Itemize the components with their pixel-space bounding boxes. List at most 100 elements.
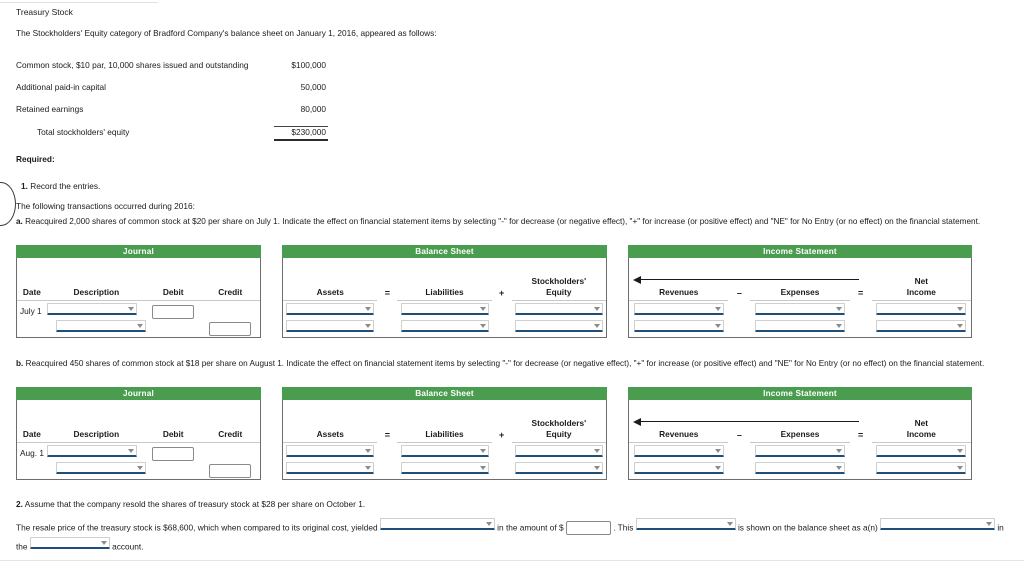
- description-select-grid-b-1[interactable]: [55, 461, 146, 474]
- is-col-header-label: Expenses: [780, 429, 820, 439]
- credit-input-grid-b-1[interactable]: [209, 464, 252, 478]
- revenues-select-grid-b-1[interactable]: [633, 461, 724, 474]
- equity-row: Total stockholders' equity $230,000: [16, 126, 328, 148]
- is-col-header-expenses: Expenses: [750, 287, 850, 301]
- equity-select-grid-a-0-wrapper: [514, 302, 603, 315]
- grid-banner-row: Journal Balance Sheet Income Statement: [16, 245, 986, 258]
- banner-journal: Journal: [16, 245, 261, 258]
- net-income-select-grid-b-0[interactable]: [876, 444, 967, 457]
- equity-row: Common stock, $10 par, 10,000 shares iss…: [16, 60, 328, 82]
- equity-row-amount: $100,000: [291, 60, 326, 70]
- net-income-select-grid-b-1[interactable]: [876, 461, 967, 474]
- liabilities-select-grid-a-0[interactable]: [400, 302, 489, 315]
- liabilities-select-grid-a-1-wrapper: [400, 319, 489, 332]
- income-statement-header-row: Revenues – Expenses = Net Income: [629, 400, 972, 444]
- part2-segment-4: is shown on the balance sheet as a(n): [735, 522, 881, 533]
- equity-select-grid-b-1-wrapper: [514, 461, 603, 474]
- banner-balance-sheet: Balance Sheet: [282, 387, 607, 400]
- bs-col-header-liabilities: Liabilities: [397, 429, 492, 443]
- equity-select-grid-b-1[interactable]: [514, 461, 603, 474]
- classification-select[interactable]: [635, 518, 736, 530]
- bs-liabilities-cell: [397, 319, 491, 337]
- amount-input[interactable]: [565, 520, 611, 535]
- account-select[interactable]: [29, 537, 110, 550]
- panel-gap: [261, 400, 282, 480]
- bs-col-header-equity: Stockholders' Equity: [511, 418, 607, 443]
- required-item-2: 2. Assume that the company resold the sh…: [16, 499, 365, 509]
- is-revenues-cell: [629, 302, 728, 320]
- banner-balance-sheet: Balance Sheet: [282, 245, 607, 258]
- expenses-select-grid-b-0[interactable]: [755, 444, 845, 457]
- is-col-header-label: Revenues: [659, 429, 699, 439]
- description-select-grid-a-1[interactable]: [55, 319, 146, 332]
- debit-input-grid-a-0[interactable]: [152, 305, 195, 319]
- revenues-select-grid-b-0[interactable]: [633, 444, 724, 457]
- equity-row-amount: 80,000: [300, 104, 326, 114]
- equity-select-grid-a-0[interactable]: [514, 302, 603, 315]
- equity-row-amount: 50,000: [300, 82, 326, 92]
- arrow-head: [633, 417, 641, 426]
- is-col-header-super: Net: [914, 418, 928, 428]
- expenses-select-grid-b-1[interactable]: [755, 461, 845, 474]
- is-expenses-cell: [750, 302, 849, 320]
- revenues-select-grid-a-1-wrapper: [633, 319, 724, 332]
- assets-select-grid-b-0[interactable]: [286, 444, 375, 457]
- is-col-header-label: =: [858, 430, 864, 440]
- gain-loss-select[interactable]: [379, 518, 495, 530]
- income-statement-panel: Revenues – Expenses = Net Income: [628, 258, 972, 338]
- intro-paragraph: The Stockholders' Equity category of Bra…: [16, 28, 437, 38]
- is-col-header-operator: =: [850, 430, 872, 443]
- assets-select-grid-a-0[interactable]: [286, 302, 375, 315]
- journal-col-header-debit: Debit: [145, 287, 201, 301]
- part2-segment-2: in the amount of $: [494, 522, 566, 533]
- balance-sheet-item-select[interactable]: [880, 518, 996, 530]
- assets-select-grid-a-0-wrapper: [286, 302, 375, 315]
- panel-gap: [261, 258, 282, 338]
- net-income-select-grid-a-1-wrapper: [876, 319, 967, 332]
- expenses-select-grid-a-1[interactable]: [755, 319, 845, 332]
- grid-banner-row: Journal Balance Sheet Income Statement: [16, 387, 991, 400]
- revenues-select-grid-b-0-wrapper: [633, 444, 724, 457]
- bs-col-header-label: +: [499, 430, 505, 440]
- bs-assets-cell: [283, 319, 377, 337]
- bs-equity-cell: [512, 461, 606, 479]
- description-select-grid-b-0[interactable]: [46, 444, 137, 457]
- journal-credit-cell: [201, 319, 261, 337]
- bs-col-header-assets: Assets: [283, 287, 378, 301]
- credit-input-grid-a-1[interactable]: [209, 322, 252, 336]
- balance-sheet-row: [283, 319, 606, 336]
- journal-panel: Date Description Debit Credit July 1: [16, 258, 261, 338]
- is-col-header-operator: –: [728, 430, 750, 443]
- net-income-select-grid-a-0[interactable]: [876, 302, 967, 315]
- journal-col-header-debit: Debit: [145, 429, 201, 443]
- equity-select-grid-a-1[interactable]: [514, 319, 603, 332]
- grid-panels: Date Description Debit Credit Aug. 1 Assets = L…: [16, 400, 991, 480]
- liabilities-select-grid-b-0[interactable]: [400, 444, 489, 457]
- expenses-select-grid-a-0[interactable]: [755, 302, 845, 315]
- bs-col-header-super: Stockholders': [531, 276, 587, 286]
- balance-sheet-row: [283, 302, 606, 319]
- assets-select-grid-a-1[interactable]: [286, 319, 375, 332]
- description-select-grid-b-1-wrapper: [55, 461, 146, 474]
- revenues-select-grid-a-1[interactable]: [633, 319, 724, 332]
- description-select-grid-a-0[interactable]: [46, 302, 137, 315]
- equity-select-grid-b-0[interactable]: [514, 444, 603, 457]
- balance-sheet-header-row: Assets = Liabilities + Stockholders' Equity: [283, 400, 607, 444]
- liabilities-select-grid-b-1[interactable]: [400, 461, 489, 474]
- income-statement-row: [629, 461, 971, 478]
- assets-select-grid-b-1[interactable]: [286, 461, 375, 474]
- is-net-income-cell: [872, 319, 971, 337]
- journal-col-header-date: Date: [17, 429, 47, 443]
- expenses-select-grid-b-0-wrapper: [755, 444, 845, 457]
- debit-input-grid-b-0[interactable]: [152, 447, 195, 461]
- revenues-select-grid-a-0[interactable]: [633, 302, 724, 315]
- bs-equity-cell: [512, 302, 606, 320]
- net-income-select-grid-a-1[interactable]: [876, 319, 967, 332]
- liabilities-select-grid-a-1[interactable]: [400, 319, 489, 332]
- is-col-header-revenues: Revenues: [629, 287, 729, 301]
- equity-select-grid-a-1-wrapper: [514, 319, 603, 332]
- equity-row-label: Additional paid-in capital: [16, 82, 106, 92]
- is-col-header-label: Revenues: [659, 287, 699, 297]
- is-col-header-operator: =: [850, 288, 872, 301]
- balance-sheet-panel: Assets = Liabilities + Stockholders' Equity: [282, 400, 607, 480]
